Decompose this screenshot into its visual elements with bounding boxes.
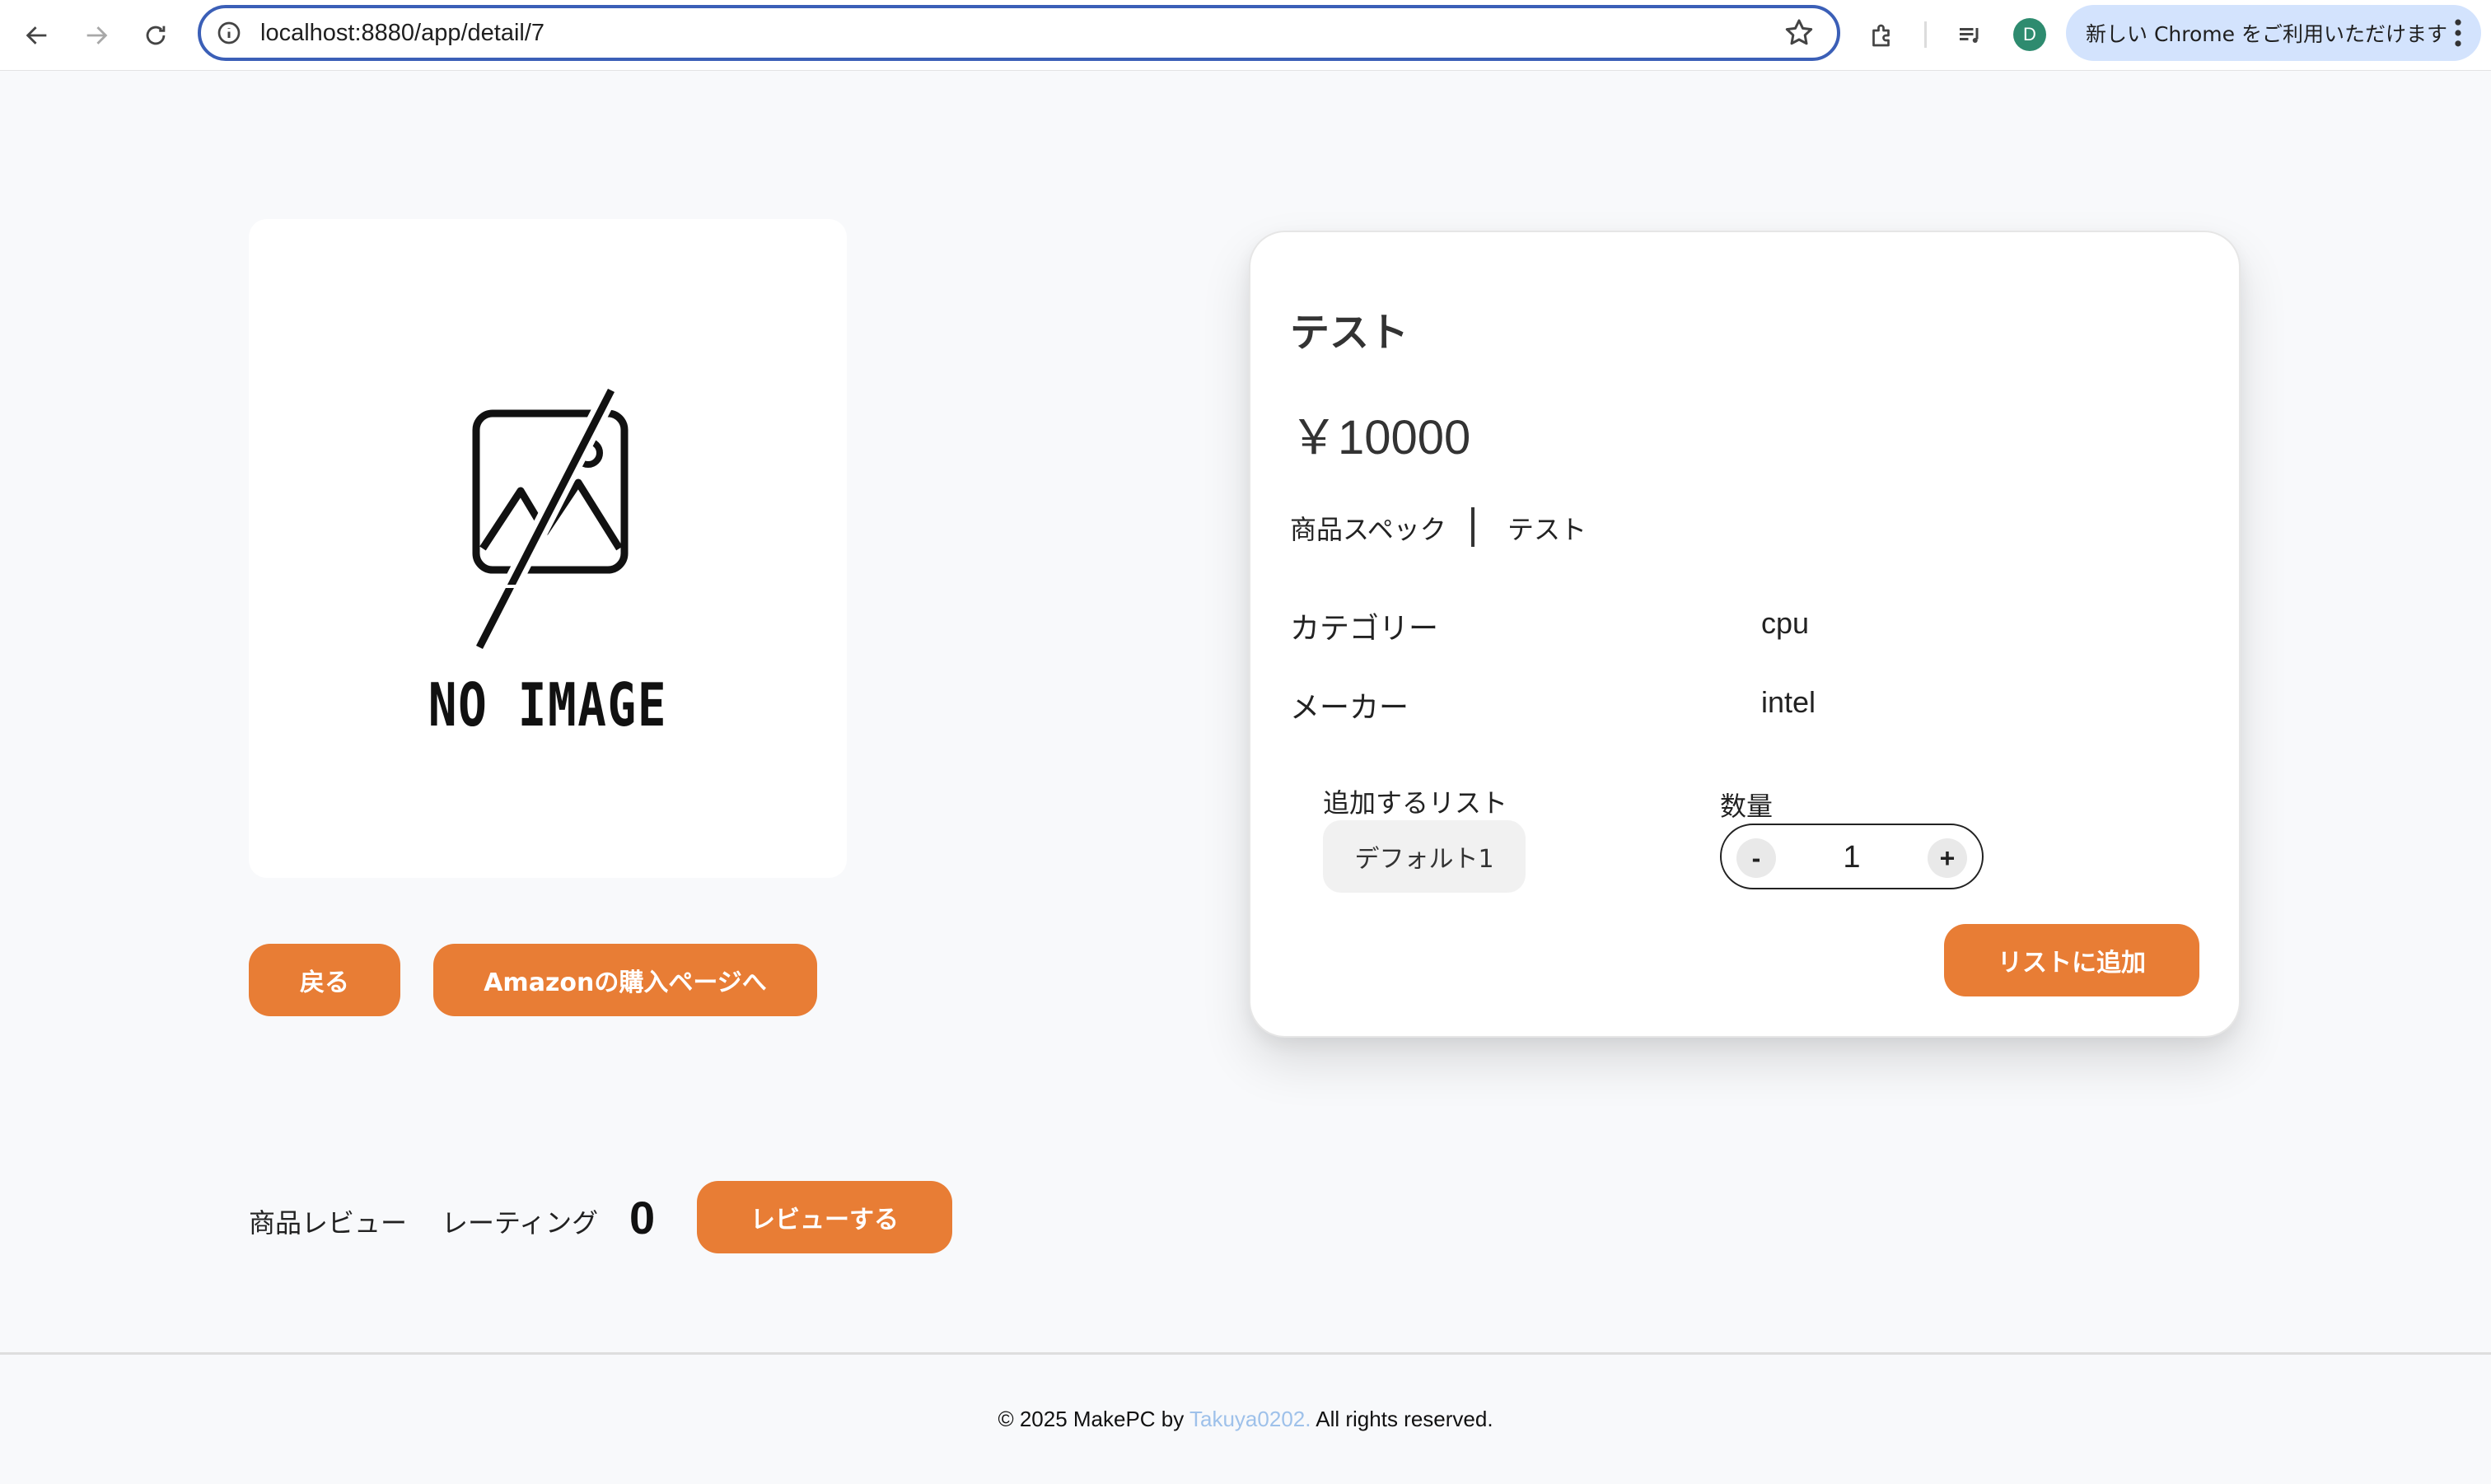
product-name: テスト [1290,310,1409,356]
extensions-icon [1872,24,1890,47]
maker-label: メーカー [1290,691,1409,725]
kebab-menu-icon[interactable] [2453,18,2463,48]
back-arrow-icon [26,26,47,44]
media-controls-icon [1960,28,1979,43]
spec-divider [1471,507,1475,547]
reload-icon [146,26,166,45]
review-section-label: 商品レビュー [249,1207,408,1239]
rating-label: レーティング [442,1207,599,1239]
footer-divider [0,1352,2491,1355]
maker-value: intel [1761,685,1816,719]
site-info-icon[interactable] [214,18,244,48]
star-icon[interactable] [1783,16,1816,49]
footer-rights: All rights reserved. [1311,1407,1493,1431]
category-value: cpu [1761,606,1810,640]
back-button[interactable] [16,15,58,56]
forward-arrow-icon [86,26,108,44]
rating-value: 0 [629,1192,656,1244]
no-image-icon [471,385,636,652]
no-image-label: NO IMAGE [428,670,668,740]
toolbar-divider [1924,21,1927,48]
footer-author-link[interactable]: Takuya0202. [1189,1407,1311,1431]
add-to-list-button[interactable]: リストに追加 [1944,924,2199,996]
chrome-update-button[interactable]: 新しい Chrome をご利用いただけます [2066,5,2481,61]
profile-avatar[interactable]: D [2013,18,2046,51]
extensions-button[interactable] [1862,15,1903,56]
product-image: NO IMAGE [249,219,847,878]
chrome-update-label: 新しい Chrome をご利用いただけます [2086,22,2447,46]
product-price: ￥10000 [1290,411,1471,464]
product-detail-card: テスト ￥10000 商品スペック テスト カテゴリー cpu メーカー int… [1249,231,2241,1038]
back-button-page[interactable]: 戻る [249,944,400,1016]
quantity-stepper: - 1 + [1720,824,1984,889]
amazon-purchase-button[interactable]: Amazonの購入ページへ [433,944,817,1016]
browser-toolbar: localhost:8880/app/detail/7 D 新しい Chrome… [0,0,2491,71]
address-bar[interactable]: localhost:8880/app/detail/7 [198,5,1840,61]
reload-button[interactable] [135,15,176,56]
quantity-label: 数量 [1720,791,1774,822]
forward-button[interactable] [76,15,117,56]
footer: © 2025 MakePC by Takuya0202. All rights … [0,1407,2491,1432]
quantity-increment-button[interactable]: + [1928,838,1967,878]
url-text[interactable]: localhost:8880/app/detail/7 [260,20,544,47]
spec-value: テスト [1507,514,1587,545]
target-list-label: 追加するリスト [1323,787,1508,819]
footer-copyright: © 2025 MakePC by [998,1407,1190,1431]
write-review-button[interactable]: レビューする [697,1181,952,1253]
media-controls-button[interactable] [1949,15,1990,56]
target-list-select[interactable]: デフォルト1 [1323,820,1526,893]
spec-label: 商品スペック [1290,514,1446,545]
category-label: カテゴリー [1290,612,1439,646]
